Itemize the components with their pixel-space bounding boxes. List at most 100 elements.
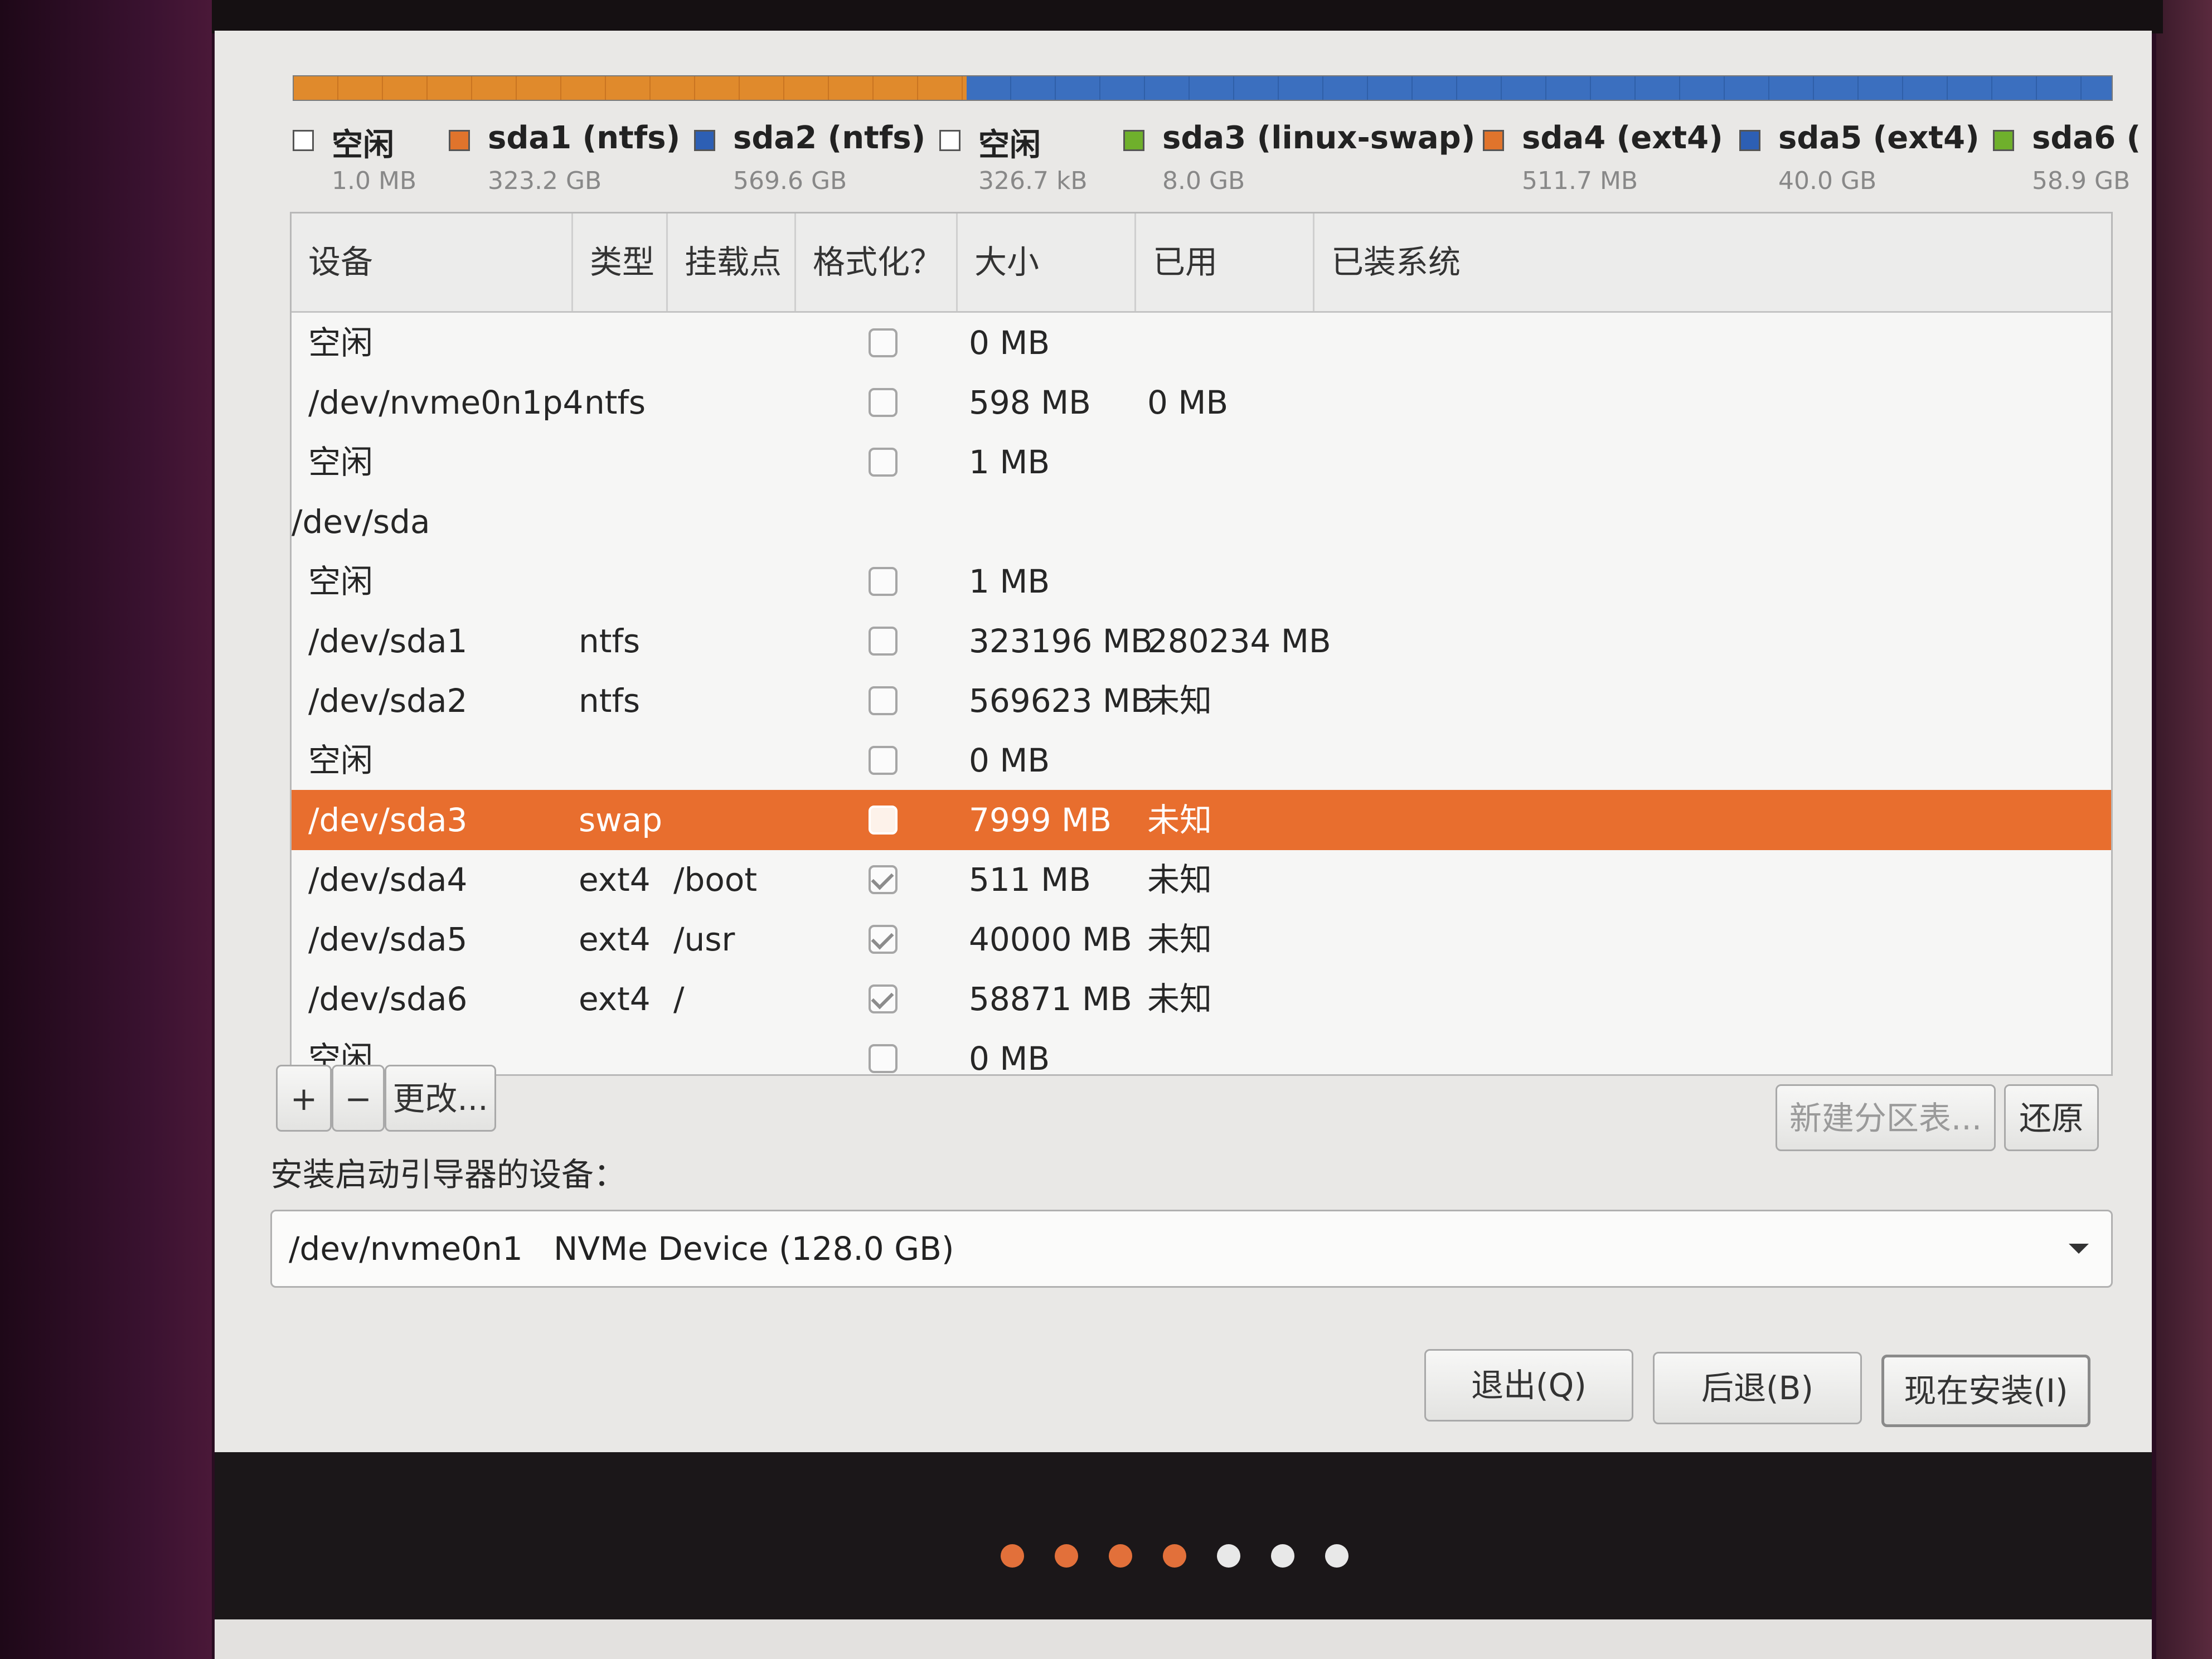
format-checkbox[interactable] <box>869 746 898 775</box>
table-row[interactable]: /dev/sda4 ext4/boot 511 MB 未知 <box>292 850 2111 910</box>
cell-size: 0 MB <box>969 741 1050 779</box>
format-checkbox[interactable] <box>869 865 898 894</box>
cell-type: ntfs <box>579 622 641 660</box>
bootloader-device-select[interactable]: /dev/nvme0n1 NVMe Device (128.0 GB) <box>270 1210 2113 1288</box>
format-checkbox[interactable] <box>869 686 898 715</box>
cell-type: ntfs <box>579 682 641 720</box>
table-row[interactable]: /dev/sda5 ext4/usr 40000 MB 未知 <box>292 909 2111 969</box>
revert-button[interactable]: 还原 <box>2004 1084 2099 1151</box>
step-dot <box>1217 1544 1240 1568</box>
legend-swatch <box>694 130 715 151</box>
legend-name: sda4 (ext4) <box>1522 120 1723 156</box>
cell-device: /dev/sda2 <box>308 682 468 720</box>
top-panel <box>212 0 2163 33</box>
cell-device: /dev/sda5 <box>308 920 468 958</box>
legend-size: 40.0 GB <box>1778 167 1877 195</box>
legend-swatch <box>449 130 470 151</box>
cell-size: 1 MB <box>969 443 1050 481</box>
cell-type: ext4 <box>579 980 651 1018</box>
installer-window: 空闲 1.0 MB sda1 (ntfs) 323.2 GB sda2 (ntf… <box>215 31 2152 1452</box>
legend-swatch <box>1123 130 1144 151</box>
cell-size: 569623 MB <box>969 682 1153 720</box>
column-header-system[interactable]: 已装系统 <box>1314 214 2112 311</box>
format-checkbox[interactable] <box>869 1044 898 1073</box>
bootloader-device: /dev/nvme0n1 <box>289 1230 523 1268</box>
format-checkbox[interactable] <box>869 925 898 954</box>
bootloader-label: 安装启动引导器的设备： <box>270 1156 627 1194</box>
cell-mount-point: / <box>673 980 685 1018</box>
install-now-button[interactable]: 现在安装(I) <box>1881 1355 2090 1427</box>
column-header-type[interactable]: 类型 <box>573 214 668 311</box>
quit-button[interactable]: 退出(Q) <box>1424 1349 1633 1422</box>
screen-bezel-left <box>0 0 212 1659</box>
legend-name: 空闲 <box>978 127 1041 163</box>
legend-size: 1.0 MB <box>332 167 417 195</box>
screen-bottom-edge <box>215 1619 2152 1659</box>
table-row[interactable]: 空闲 0 MB <box>292 730 2111 790</box>
step-dot <box>1325 1544 1348 1568</box>
format-checkbox[interactable] <box>869 567 898 596</box>
table-header: 设备 类型 挂载点 格式化？ 大小 已用 已装系统 <box>292 214 2111 313</box>
table-row[interactable]: /dev/sda <box>292 492 2111 552</box>
table-row[interactable]: /dev/sda2 ntfs 569623 MB 未知 <box>292 671 2111 731</box>
step-dot <box>1271 1544 1294 1568</box>
format-checkbox[interactable] <box>869 448 898 477</box>
cell-device: /dev/sda1 <box>308 622 468 660</box>
new-partition-table-button[interactable]: 新建分区表... <box>1776 1084 1996 1151</box>
back-button[interactable]: 后退(B) <box>1653 1352 1862 1424</box>
column-header-used[interactable]: 已用 <box>1136 214 1314 311</box>
add-partition-button[interactable]: + <box>276 1065 332 1132</box>
cell-device: 空闲 <box>308 741 373 779</box>
format-checkbox[interactable] <box>869 627 898 656</box>
partition-table: 设备 类型 挂载点 格式化？ 大小 已用 已装系统 空闲 0 MB/dev/nvm… <box>290 212 2113 1078</box>
column-header-size[interactable]: 大小 <box>958 214 1136 311</box>
cell-used: 未知 <box>1147 682 1212 720</box>
cell-device: 空闲 <box>308 562 373 600</box>
installer-progress-footer <box>215 1452 2152 1619</box>
cell-used: 280234 MB <box>1147 622 1331 660</box>
remove-partition-button[interactable]: − <box>332 1065 385 1132</box>
format-checkbox[interactable] <box>869 806 898 835</box>
legend-name: sda2 (ntfs) <box>733 120 926 156</box>
change-partition-button[interactable]: 更改... <box>385 1065 496 1132</box>
table-row[interactable]: 空闲 1 MB <box>292 551 2111 612</box>
cell-size: 7999 MB <box>969 801 1112 839</box>
cell-size: 58871 MB <box>969 980 1132 1018</box>
format-checkbox[interactable] <box>869 328 898 357</box>
cell-type: ntfs <box>584 384 646 421</box>
table-row[interactable]: /dev/nvme0n1p4 ntfs 598 MB 0 MB <box>292 372 2111 433</box>
cell-mount-point: /usr <box>673 920 735 958</box>
cell-size: 40000 MB <box>969 920 1132 958</box>
step-dot <box>1001 1544 1024 1568</box>
cell-device: /dev/nvme0n1p4 <box>308 384 584 421</box>
step-dot <box>1055 1544 1078 1568</box>
partition-bar-segment-sda1 <box>294 76 967 100</box>
cell-mount-point: /boot <box>673 861 758 899</box>
partition-bar-segment-sda2 <box>966 76 2112 100</box>
table-row[interactable]: 空闲 0 MB <box>292 313 2111 373</box>
table-row[interactable]: 空闲 0 MB <box>292 1029 2111 1089</box>
format-checkbox[interactable] <box>869 984 898 1013</box>
legend-swatch <box>293 130 314 151</box>
cell-device: /dev/sda <box>292 503 430 541</box>
legend-swatch <box>1483 130 1504 151</box>
table-row[interactable]: /dev/sda6 ext4 / 58871 MB 未知 <box>292 969 2111 1029</box>
column-header-device[interactable]: 设备 <box>292 214 573 311</box>
cell-used: 未知 <box>1147 801 1212 839</box>
cell-used: 未知 <box>1147 980 1212 1018</box>
table-row[interactable]: 空闲 1 MB <box>292 432 2111 492</box>
step-dot <box>1163 1544 1186 1568</box>
table-row[interactable]: /dev/sda1 ntfs 323196 MB 280234 MB <box>292 611 2111 671</box>
format-checkbox[interactable] <box>869 388 898 417</box>
cell-size: 0 MB <box>969 324 1050 362</box>
legend-name: sda6 ( <box>2032 120 2141 156</box>
cell-size: 511 MB <box>969 861 1091 899</box>
legend-swatch <box>1993 130 2014 151</box>
chevron-down-icon <box>2069 1244 2089 1254</box>
column-header-format[interactable]: 格式化？ <box>796 214 958 311</box>
table-row[interactable]: /dev/sda3 swap 7999 MB 未知 <box>292 790 2111 850</box>
screen-bezel-right <box>2156 0 2212 1659</box>
legend-name: sda5 (ext4) <box>1778 120 1980 156</box>
legend-size: 323.2 GB <box>488 167 602 195</box>
column-header-mount[interactable]: 挂载点 <box>668 214 796 311</box>
